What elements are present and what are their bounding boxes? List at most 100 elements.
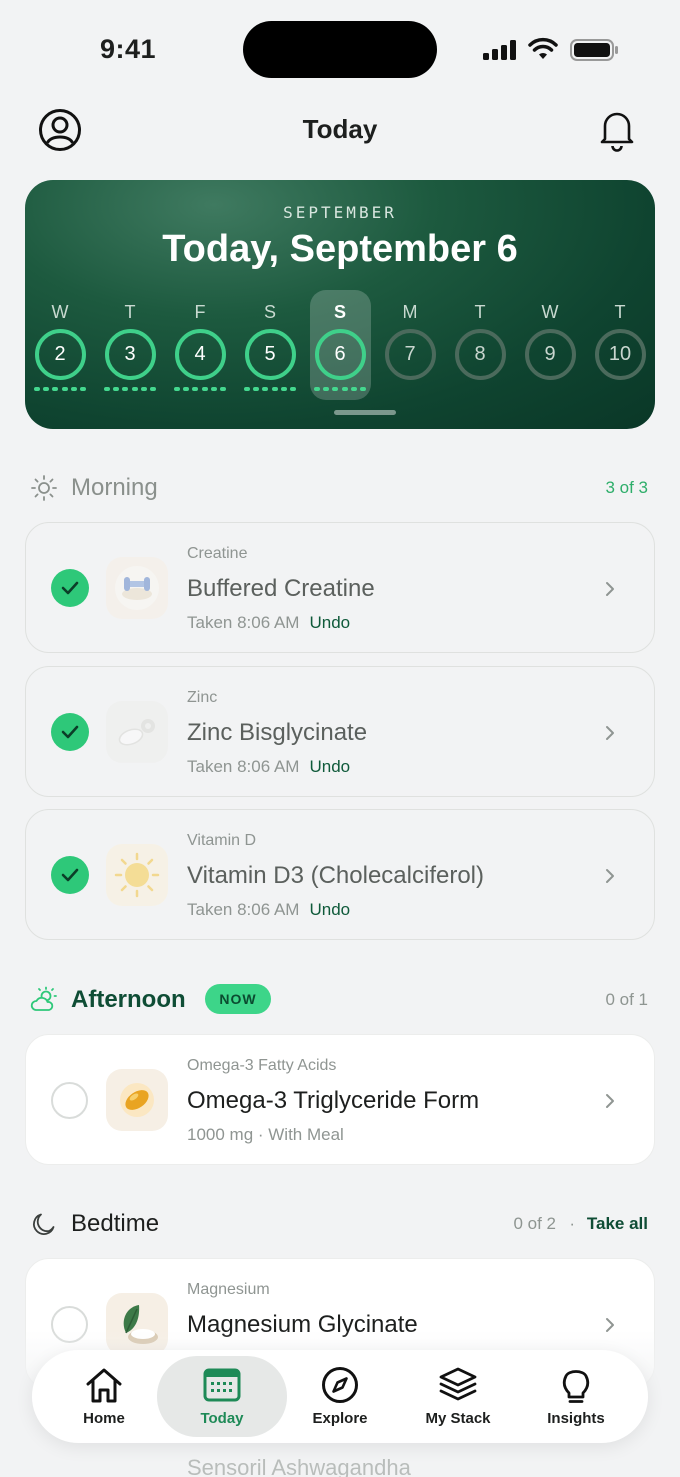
zinc-image bbox=[106, 701, 168, 763]
dose-dots bbox=[314, 387, 366, 391]
now-badge: NOW bbox=[205, 984, 271, 1014]
tab-explore[interactable]: Explore bbox=[280, 1350, 400, 1443]
day-progress-ring: 6 bbox=[314, 329, 366, 380]
status-bar: 9:41 bbox=[0, 0, 680, 96]
calendar-day-5[interactable]: S5 bbox=[235, 302, 305, 391]
section-bedtime: Bedtime 0 of 2 · Take all bbox=[30, 1204, 650, 1244]
weekday-letter: S bbox=[263, 302, 276, 322]
supplement-category: Magnesium bbox=[187, 1281, 270, 1298]
moon-icon bbox=[33, 1213, 55, 1235]
section-title: Afternoon bbox=[71, 986, 186, 1013]
section-afternoon: Afternoon NOW 0 of 1 bbox=[30, 980, 650, 1020]
checkmark-icon bbox=[61, 868, 79, 882]
section-progress: 3 of 3 bbox=[605, 478, 648, 497]
supplement-meta: Taken 8:06 AM Undo bbox=[187, 900, 350, 920]
supplement-name: Buffered Creatine bbox=[187, 575, 375, 602]
calendar-day-4[interactable]: F4 bbox=[165, 302, 235, 391]
calendar-drag-handle[interactable] bbox=[334, 410, 396, 415]
chevron-right-icon bbox=[606, 582, 614, 596]
lightbulb-icon bbox=[562, 1370, 590, 1403]
tab-label: Explore bbox=[312, 1410, 368, 1427]
supplement-category: Zinc bbox=[187, 689, 218, 706]
take-checkbox[interactable] bbox=[51, 1082, 88, 1119]
calendar-day-9[interactable]: W9 bbox=[515, 302, 585, 380]
layers-icon bbox=[439, 1367, 477, 1401]
taken-checkbox[interactable] bbox=[51, 569, 89, 607]
undo-link[interactable]: Undo bbox=[309, 900, 350, 919]
calendar-day-7[interactable]: M7 bbox=[375, 302, 445, 380]
calendar-icon bbox=[203, 1368, 241, 1402]
supplement-category: Omega-3 Fatty Acids bbox=[187, 1057, 337, 1074]
tab-my-stack[interactable]: My Stack bbox=[398, 1350, 518, 1443]
weekday-letter: S bbox=[333, 302, 346, 322]
chevron-right-icon bbox=[606, 1094, 614, 1108]
weekday-letter: W bbox=[51, 302, 69, 322]
tab-insights[interactable]: Insights bbox=[516, 1350, 636, 1443]
calendar-card: SEPTEMBER Today, September 6 W2T3F4S5S6M… bbox=[25, 180, 655, 429]
weekday-letter: M bbox=[402, 302, 418, 322]
taken-time: Taken 8:06 AM bbox=[187, 613, 300, 632]
section-title: Bedtime bbox=[71, 1210, 160, 1237]
section-morning: Morning 3 of 3 bbox=[30, 468, 650, 508]
checkmark-icon bbox=[61, 725, 79, 739]
weekday-letter: W bbox=[541, 302, 559, 322]
calendar-day-3[interactable]: T3 bbox=[95, 302, 165, 391]
day-progress-ring: 5 bbox=[244, 329, 296, 380]
calendar-day-6[interactable]: S6 bbox=[305, 302, 375, 391]
section-progress: 0 of 1 bbox=[605, 990, 648, 1009]
day-progress-ring: 9 bbox=[524, 329, 576, 380]
calendar-day-8[interactable]: T8 bbox=[445, 302, 515, 380]
supplement-card-creatine[interactable]: Creatine Buffered Creatine Taken 8:06 AM… bbox=[25, 522, 655, 653]
home-icon bbox=[86, 1368, 122, 1403]
tab-label: Home bbox=[83, 1410, 125, 1427]
weekday-letter: T bbox=[124, 302, 136, 322]
day-progress-ring: 3 bbox=[104, 329, 156, 380]
tab-label: My Stack bbox=[425, 1410, 491, 1427]
vitamin-d-image bbox=[106, 844, 168, 906]
dose-dots bbox=[244, 387, 296, 391]
supplement-category: Vitamin D bbox=[187, 832, 257, 849]
supplement-dose: 1000 mg · With Meal bbox=[187, 1125, 344, 1144]
tab-today[interactable]: Today bbox=[162, 1350, 282, 1443]
battery-icon bbox=[570, 39, 618, 61]
supplement-category: Creatine bbox=[187, 545, 248, 562]
chevron-right-icon bbox=[606, 726, 614, 740]
calendar-day-10[interactable]: T 10 bbox=[585, 302, 655, 380]
tab-label: Insights bbox=[547, 1410, 605, 1427]
undo-link[interactable]: Undo bbox=[309, 757, 350, 776]
weekday-letter: T bbox=[474, 302, 486, 322]
tab-home[interactable]: Home bbox=[44, 1350, 164, 1443]
omega-3-image bbox=[106, 1069, 168, 1131]
bell-icon[interactable] bbox=[597, 108, 637, 152]
day-progress-ring: 8 bbox=[454, 329, 506, 380]
signal-icon bbox=[483, 40, 516, 60]
section-title: Morning bbox=[71, 474, 158, 501]
supplement-card-zinc[interactable]: Zinc Zinc Bisglycinate Taken 8:06 AM Undo bbox=[25, 666, 655, 797]
dose-dots bbox=[104, 387, 156, 391]
weekday-letter: T bbox=[614, 302, 626, 322]
chevron-right-icon bbox=[606, 869, 614, 883]
take-all-button[interactable]: Take all bbox=[587, 1214, 648, 1234]
supplement-card-omega-3[interactable]: Omega-3 Fatty Acids Omega-3 Triglyceride… bbox=[25, 1034, 655, 1165]
taken-checkbox[interactable] bbox=[51, 856, 89, 894]
wifi-icon bbox=[528, 37, 558, 59]
taken-checkbox[interactable] bbox=[51, 713, 89, 751]
supplement-meta: Taken 8:06 AM Undo bbox=[187, 757, 350, 777]
supplement-card-vitamin-d[interactable]: Vitamin D Vitamin D3 (Cholecalciferol) T… bbox=[25, 809, 655, 940]
supplement-name: Omega-3 Triglyceride Form bbox=[187, 1087, 480, 1114]
taken-time: Taken 8:06 AM bbox=[187, 757, 300, 776]
separator: · bbox=[569, 1214, 575, 1233]
dose-dots bbox=[34, 387, 86, 391]
taken-time: Taken 8:06 AM bbox=[187, 900, 300, 919]
day-progress-ring: 7 bbox=[384, 329, 436, 380]
calendar-date-title: Today, September 6 bbox=[162, 228, 518, 270]
supplement-name-partial: Sensoril Ashwagandha bbox=[187, 1455, 411, 1477]
page-title: Today bbox=[302, 114, 378, 144]
calendar-day-2[interactable]: W2 bbox=[25, 302, 95, 391]
supplement-meta: Taken 8:06 AM Undo bbox=[187, 613, 350, 633]
dose-dots bbox=[174, 387, 226, 391]
cloud-sun-icon bbox=[30, 986, 57, 1011]
day-progress-ring: 2 bbox=[34, 329, 86, 380]
supplement-name: Zinc Bisglycinate bbox=[187, 719, 368, 746]
undo-link[interactable]: Undo bbox=[309, 613, 350, 632]
